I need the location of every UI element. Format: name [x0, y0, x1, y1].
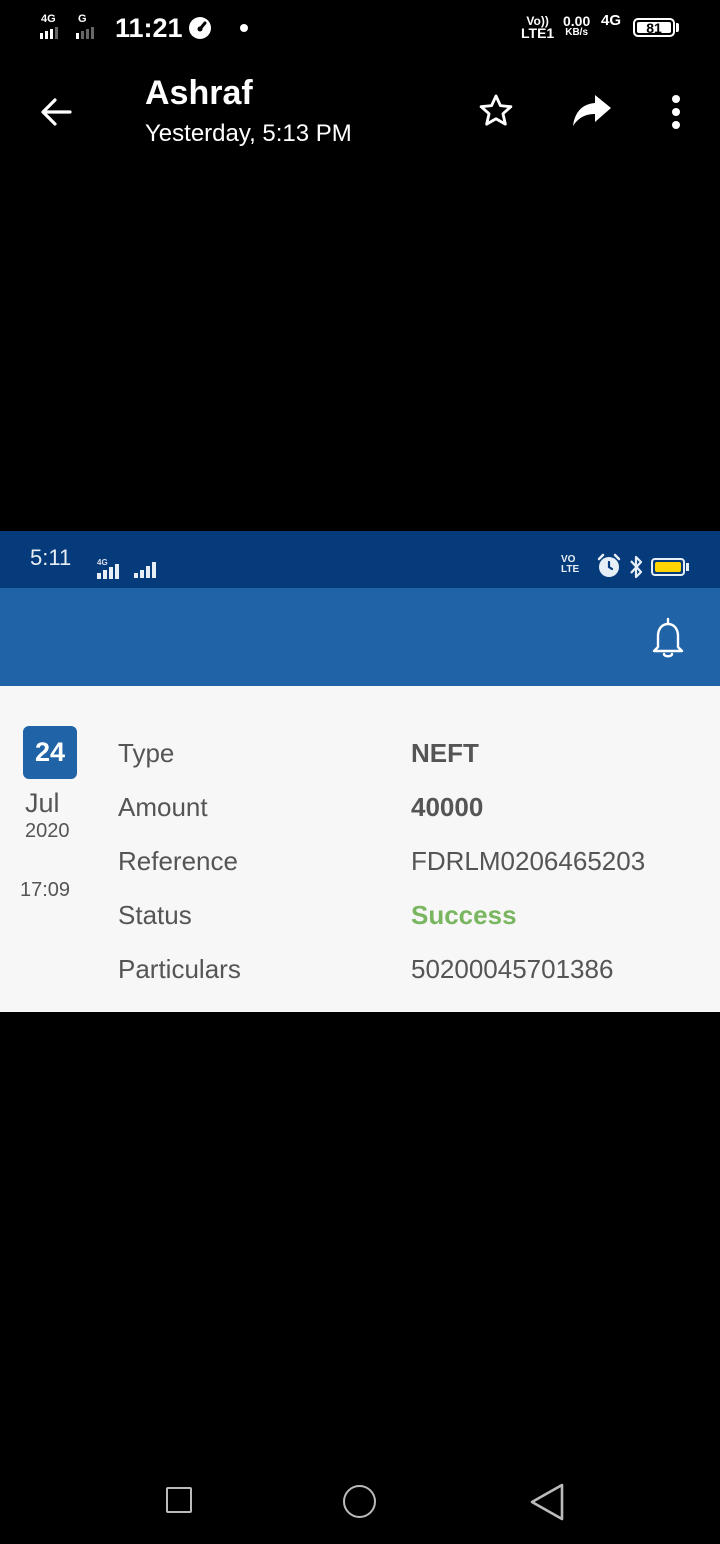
sim2-network-label: G [78, 13, 87, 25]
notification-dot-icon [240, 24, 248, 32]
volte-bottom-label: LTE1 [521, 25, 555, 41]
particulars-value: 50200045701386 [411, 954, 614, 984]
amount-label: Amount [118, 792, 208, 822]
reference-label: Reference [118, 846, 238, 876]
embedded-status-time: 5:11 [30, 545, 72, 570]
alarm-icon [597, 553, 621, 577]
embedded-battery-tip [686, 563, 689, 571]
page-subtitle: Yesterday, 5:13 PM [145, 120, 352, 147]
date-year: 2020 [25, 820, 70, 842]
bell-icon [652, 617, 684, 658]
date-day-badge: 24 [23, 726, 77, 779]
transaction-time: 17:09 [20, 879, 71, 901]
sim1-signal-icon [40, 27, 58, 39]
battery-level: 81 [646, 19, 662, 36]
net-type-label: 4G [601, 12, 622, 29]
embedded-app-bar [0, 588, 720, 686]
reference-value: FDRLM0206465203 [411, 846, 646, 876]
nav-back-button[interactable] [529, 1482, 565, 1522]
embedded-status-bar: 5:11 4G VO LTE [0, 531, 720, 588]
type-value: NEFT [411, 738, 479, 768]
net-speed-value: 0.00 [563, 13, 591, 29]
embedded-signal1-bars-icon [97, 564, 119, 579]
status-bar: 4G G 11:21 Vo)) LTE1 0.00 KB/s 4G 81 [0, 0, 720, 56]
shared-image[interactable]: 5:11 4G VO LTE 24 Jul 2020 17:09 Type NE… [0, 531, 720, 1012]
date-month: Jul [25, 788, 60, 818]
share-icon [573, 95, 611, 126]
amount-value: 40000 [411, 792, 484, 822]
embedded-signal2-icon [134, 562, 156, 578]
star-icon [479, 94, 513, 126]
more-vert-icon [672, 95, 680, 129]
back-button[interactable] [34, 90, 78, 134]
embedded-battery-icon [651, 558, 685, 576]
transaction-card: 24 Jul 2020 17:09 Type NEFT Amount 40000… [0, 686, 720, 1012]
sim2-signal-icon [76, 27, 94, 39]
home-button[interactable] [343, 1485, 376, 1518]
status-label: Status [118, 900, 192, 930]
star-button[interactable] [474, 89, 518, 133]
embedded-volte-label: VO LTE [561, 554, 580, 575]
bluetooth-icon [630, 555, 643, 579]
net-speed-unit: KB/s [565, 27, 589, 38]
back-arrow-icon [41, 98, 72, 126]
status-time: 11:21 [115, 13, 183, 43]
recents-button[interactable] [166, 1487, 192, 1513]
sim1-network-label: 4G [41, 13, 56, 25]
share-button[interactable] [568, 89, 616, 133]
speedometer-icon [189, 17, 211, 39]
particulars-label: Particulars [118, 954, 241, 984]
page-title: Ashraf [145, 74, 253, 112]
battery-tip [676, 23, 679, 32]
battery-icon: 81 [633, 18, 675, 37]
type-label: Type [118, 738, 175, 768]
status-value: Success [411, 900, 517, 930]
more-menu-button[interactable] [656, 89, 696, 135]
